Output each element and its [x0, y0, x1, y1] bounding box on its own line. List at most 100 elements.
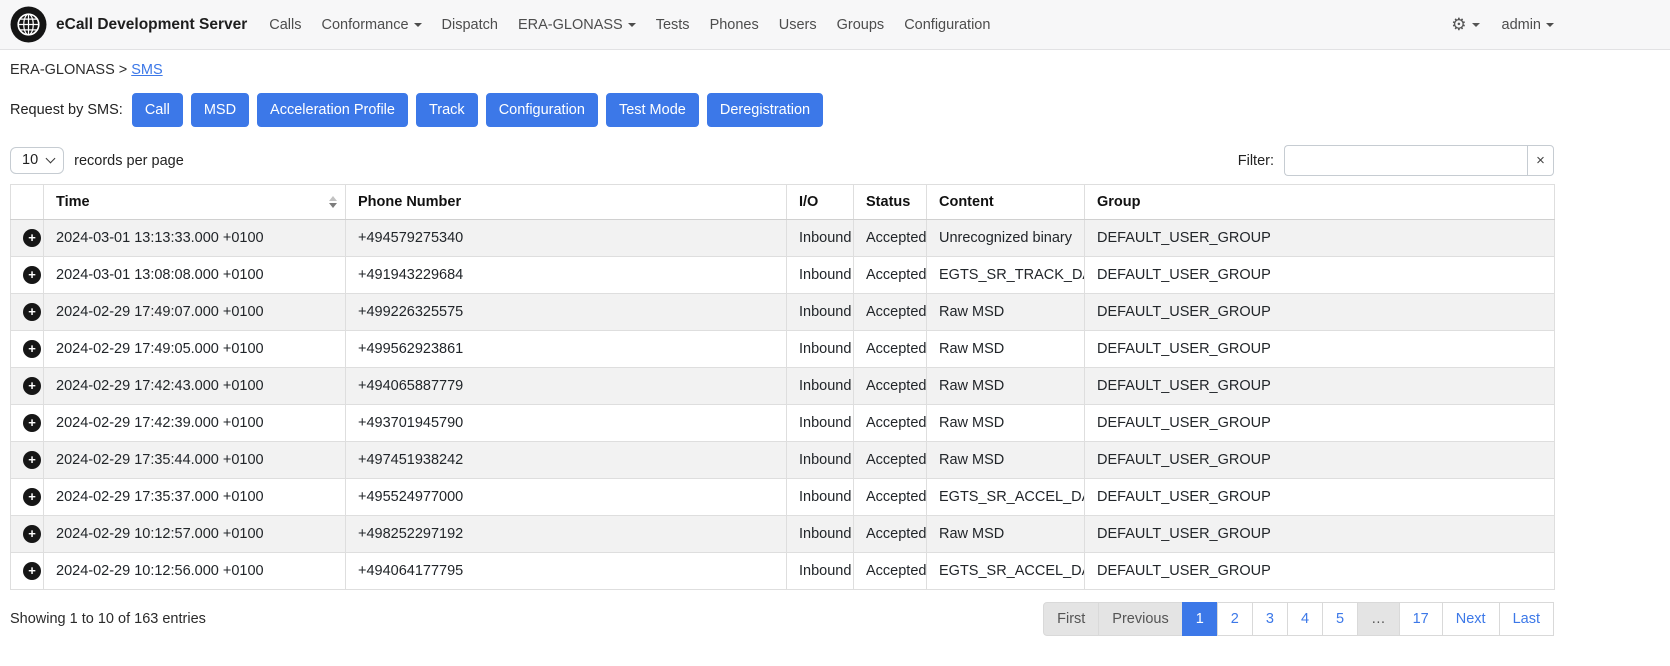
- cell-status: Accepted: [854, 294, 927, 331]
- entries-summary: Showing 1 to 10 of 163 entries: [10, 611, 206, 627]
- breadcrumb-separator: >: [119, 62, 127, 78]
- nav-menu-item[interactable]: Tests: [646, 11, 700, 39]
- column-header-expand: [11, 185, 44, 220]
- nav-menu-item[interactable]: Groups: [827, 11, 895, 39]
- user-name: admin: [1502, 17, 1542, 33]
- cell-status: Accepted: [854, 553, 927, 590]
- cell-status: Accepted: [854, 479, 927, 516]
- pagination-button[interactable]: Previous: [1098, 602, 1182, 636]
- cell-group: DEFAULT_USER_GROUP: [1085, 257, 1555, 294]
- settings-dropdown[interactable]: ⚙: [1451, 16, 1479, 33]
- request-sms-button[interactable]: Acceleration Profile: [257, 93, 408, 127]
- breadcrumb-current-link[interactable]: SMS: [131, 62, 162, 78]
- pagination-button[interactable]: 2: [1217, 602, 1253, 636]
- cell-status: Accepted: [854, 331, 927, 368]
- expand-row-button[interactable]: +: [23, 414, 41, 432]
- close-icon: ×: [1536, 152, 1545, 169]
- cell-io: Inbound: [787, 479, 854, 516]
- sort-desc-icon: [329, 196, 337, 208]
- expand-row-button[interactable]: +: [23, 340, 41, 358]
- column-header-time[interactable]: Time: [44, 185, 346, 220]
- nav-menu-item[interactable]: Configuration: [894, 11, 1000, 39]
- chevron-down-icon: [1546, 23, 1554, 27]
- breadcrumb-parent: ERA-GLONASS: [10, 62, 115, 78]
- page-size-value: 10: [22, 152, 38, 168]
- expand-row-button[interactable]: +: [23, 488, 41, 506]
- table-row: + 2024-02-29 10:12:56.000 +0100 +4940641…: [11, 553, 1555, 590]
- filter-input[interactable]: [1284, 145, 1527, 176]
- cell-status: Accepted: [854, 220, 927, 257]
- nav-menu-item[interactable]: Users: [769, 11, 827, 39]
- cell-content: EGTS_SR_TRACK_DATA: [927, 257, 1085, 294]
- expand-row-button[interactable]: +: [23, 266, 41, 284]
- app-brand[interactable]: eCall Development Server: [56, 16, 247, 34]
- request-by-sms-bar: Request by SMS: Call MSD Acceleration Pr…: [10, 93, 1554, 127]
- request-sms-button[interactable]: Track: [416, 93, 478, 127]
- nav-menu-item[interactable]: Conformance: [312, 11, 432, 39]
- nav-menu-item[interactable]: Phones: [700, 11, 769, 39]
- request-bar-label: Request by SMS:: [10, 102, 123, 118]
- cell-content: EGTS_SR_ACCEL_DATA: [927, 553, 1085, 590]
- plus-icon: +: [28, 342, 36, 355]
- nav-menu-item[interactable]: Calls: [259, 11, 311, 39]
- cell-content: Raw MSD: [927, 331, 1085, 368]
- cell-content: Unrecognized binary: [927, 220, 1085, 257]
- nav-menu-item[interactable]: Dispatch: [432, 11, 508, 39]
- nav-menu-item[interactable]: ERA-GLONASS: [508, 11, 646, 39]
- plus-icon: +: [28, 379, 36, 392]
- plus-icon: +: [28, 231, 36, 244]
- cell-io: Inbound: [787, 257, 854, 294]
- user-menu[interactable]: admin: [1502, 17, 1555, 33]
- pagination-button[interactable]: 17: [1399, 602, 1443, 636]
- expand-row-button[interactable]: +: [23, 377, 41, 395]
- pagination-button[interactable]: Next: [1442, 602, 1500, 636]
- request-sms-button[interactable]: Configuration: [486, 93, 598, 127]
- cell-time: 2024-02-29 17:49:05.000 +0100: [44, 331, 346, 368]
- request-sms-button[interactable]: MSD: [191, 93, 249, 127]
- cell-content: Raw MSD: [927, 442, 1085, 479]
- column-header-io[interactable]: I/O: [787, 185, 854, 220]
- gear-icon: ⚙: [1451, 16, 1466, 33]
- main-nav: Calls Conformance Dispatch ERA-GLONASS T…: [259, 11, 1451, 39]
- pagination-button[interactable]: 3: [1252, 602, 1288, 636]
- pagination: First Previous 1 2 3 4 5 … 17 Next Last: [1043, 602, 1554, 636]
- table-row: + 2024-02-29 17:35:37.000 +0100 +4955249…: [11, 479, 1555, 516]
- table-row: + 2024-02-29 17:42:43.000 +0100 +4940658…: [11, 368, 1555, 405]
- pagination-button[interactable]: …: [1357, 602, 1400, 636]
- cell-group: DEFAULT_USER_GROUP: [1085, 553, 1555, 590]
- request-sms-button[interactable]: Test Mode: [606, 93, 699, 127]
- table-row: + 2024-02-29 17:42:39.000 +0100 +4937019…: [11, 405, 1555, 442]
- pagination-button[interactable]: 4: [1287, 602, 1323, 636]
- table-header-row: Time Phone Number I/O Status Content Gro…: [11, 185, 1555, 220]
- pagination-button[interactable]: 1: [1182, 602, 1218, 636]
- expand-row-button[interactable]: +: [23, 229, 41, 247]
- filter-clear-button[interactable]: ×: [1527, 145, 1554, 176]
- chevron-down-icon: [414, 23, 422, 27]
- table-row: + 2024-03-01 13:13:33.000 +0100 +4945792…: [11, 220, 1555, 257]
- cell-io: Inbound: [787, 516, 854, 553]
- column-header-phone[interactable]: Phone Number: [346, 185, 787, 220]
- plus-icon: +: [28, 305, 36, 318]
- expand-row-button[interactable]: +: [23, 525, 41, 543]
- cell-phone: +493701945790: [346, 405, 787, 442]
- pagination-button[interactable]: 5: [1322, 602, 1358, 636]
- page-size-select[interactable]: 10: [10, 147, 64, 174]
- request-sms-button[interactable]: Call: [132, 93, 183, 127]
- cell-phone: +498252297192: [346, 516, 787, 553]
- plus-icon: +: [28, 453, 36, 466]
- table-footer: Showing 1 to 10 of 163 entries First Pre…: [10, 602, 1554, 636]
- expand-row-button[interactable]: +: [23, 451, 41, 469]
- expand-row-button[interactable]: +: [23, 303, 41, 321]
- expand-row-button[interactable]: +: [23, 562, 41, 580]
- column-header-group[interactable]: Group: [1085, 185, 1555, 220]
- cell-content: Raw MSD: [927, 405, 1085, 442]
- column-header-status[interactable]: Status: [854, 185, 927, 220]
- request-sms-button[interactable]: Deregistration: [707, 93, 823, 127]
- cell-phone: +495524977000: [346, 479, 787, 516]
- cell-content: EGTS_SR_ACCEL_DATA: [927, 479, 1085, 516]
- column-header-content[interactable]: Content: [927, 185, 1085, 220]
- pagination-button[interactable]: Last: [1499, 602, 1554, 636]
- pagination-button[interactable]: First: [1043, 602, 1099, 636]
- cell-group: DEFAULT_USER_GROUP: [1085, 220, 1555, 257]
- table-row: + 2024-03-01 13:08:08.000 +0100 +4919432…: [11, 257, 1555, 294]
